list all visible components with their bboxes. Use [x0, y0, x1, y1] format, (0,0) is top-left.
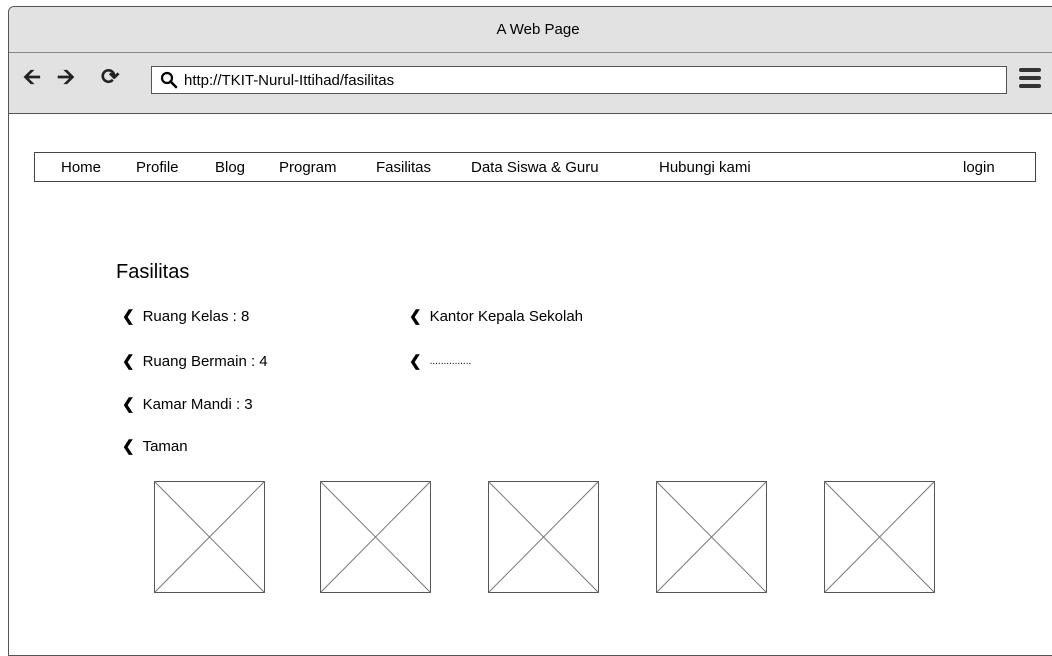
list-item: ❮ Kamar Mandi : 3 [122, 395, 253, 414]
arrow-right-icon[interactable]: 🡪 [57, 65, 75, 89]
main-nav: Home Profile Blog Program Fasilitas Data… [34, 152, 1036, 182]
window-title: A Web Page [496, 21, 580, 38]
browser-window: A Web Page 🡨 🡪 ⟳ Home Profile Blog Progr… [8, 6, 1052, 656]
nav-login[interactable]: login [963, 159, 995, 176]
reload-icon[interactable]: ⟳ [101, 65, 119, 89]
chevron-left-icon: ❮ [122, 308, 135, 325]
search-icon [160, 71, 178, 89]
nav-program[interactable]: Program [279, 159, 337, 176]
nav-fasilitas[interactable]: Fasilitas [376, 159, 431, 176]
list-item: ❮ Kantor Kepala Sekolah [409, 307, 584, 326]
address-bar[interactable] [151, 66, 1007, 94]
chevron-left-icon: ❮ [409, 308, 422, 325]
list-item: ❮ Taman [122, 437, 188, 456]
nav-home[interactable]: Home [61, 159, 101, 176]
browser-toolbar: 🡨 🡪 ⟳ [9, 53, 1052, 114]
nav-blog[interactable]: Blog [215, 159, 245, 176]
nav-data-siswa-guru[interactable]: Data Siswa & Guru [471, 159, 599, 176]
image-placeholder [320, 481, 431, 593]
chevron-left-icon: ❮ [122, 438, 135, 455]
url-input[interactable] [184, 71, 984, 89]
chevron-left-icon: ❮ [122, 353, 135, 370]
image-placeholder [824, 481, 935, 593]
nav-profile[interactable]: Profile [136, 159, 179, 176]
title-bar: A Web Page [9, 7, 1052, 53]
list-item: ❮ ............... [409, 353, 472, 370]
hamburger-menu-icon[interactable] [1019, 68, 1041, 90]
arrow-left-icon[interactable]: 🡨 [23, 65, 41, 89]
image-placeholder [154, 481, 265, 593]
image-placeholder [488, 481, 599, 593]
page-title: Fasilitas [116, 261, 190, 283]
image-placeholder [656, 481, 767, 593]
list-item: ❮ Ruang Kelas : 8 [122, 307, 250, 326]
nav-hubungi-kami[interactable]: Hubungi kami [659, 159, 751, 176]
list-item: ❮ Ruang Bermain : 4 [122, 352, 268, 371]
chevron-left-icon: ❮ [122, 396, 135, 413]
chevron-left-icon: ❮ [409, 353, 422, 370]
